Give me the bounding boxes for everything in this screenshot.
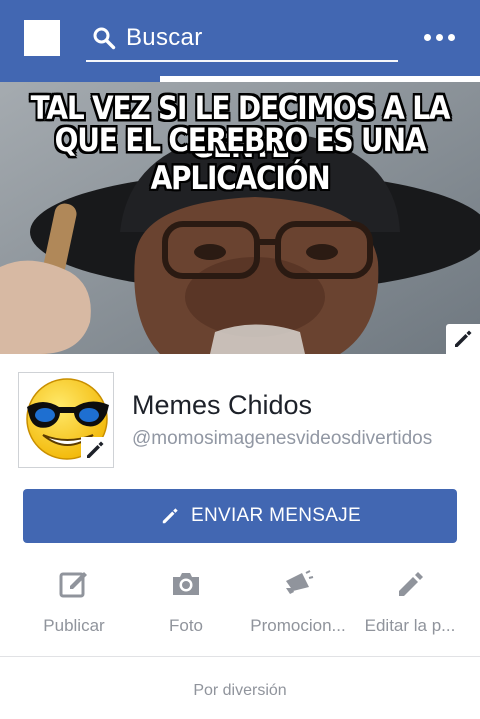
- page-username: @momosimagenesvideosdivertidos: [132, 428, 433, 449]
- pencil-icon: [87, 441, 104, 458]
- pencil-icon: [455, 330, 472, 347]
- action-publish-label: Publicar: [43, 616, 105, 635]
- page-category: Por diversión: [193, 682, 287, 699]
- camera-icon: [173, 573, 199, 595]
- top-app-bar: Buscar: [0, 0, 480, 76]
- pencil-icon: [399, 572, 423, 596]
- profile-picture[interactable]: [18, 372, 114, 468]
- home-square-icon[interactable]: [24, 20, 60, 56]
- megaphone-icon: [286, 570, 314, 594]
- edit-profile-picture-button[interactable]: [81, 437, 109, 463]
- cover-photo[interactable]: TAL VEZ SI LE DECIMOS A LA GENTE QUE EL …: [0, 82, 480, 354]
- search-icon: [93, 27, 116, 50]
- action-photo[interactable]: Foto: [126, 564, 246, 644]
- section-divider: [0, 656, 480, 657]
- more-dots-icon[interactable]: [424, 34, 456, 42]
- action-edit-page-label: Editar la p...: [364, 616, 456, 635]
- action-publish[interactable]: Publicar: [14, 564, 134, 644]
- send-message-label: ENVIAR MENSAJE: [191, 505, 361, 526]
- action-edit-page[interactable]: Editar la p...: [350, 564, 470, 644]
- cover-caption-line-2: QUE EL CEREBRO ES UNA APLICACIÓN: [54, 121, 427, 197]
- action-photo-label: Foto: [168, 616, 204, 635]
- page-title: Memes Chidos: [132, 390, 313, 420]
- search-bar[interactable]: Buscar: [86, 14, 398, 62]
- action-promote[interactable]: Promocion...: [238, 564, 358, 644]
- search-underline: [86, 60, 398, 62]
- edit-cover-button[interactable]: [446, 324, 480, 354]
- search-placeholder[interactable]: Buscar: [126, 24, 203, 52]
- pencil-icon: [162, 508, 178, 524]
- compose-icon: [59, 572, 87, 598]
- send-message-button[interactable]: ENVIAR MENSAJE: [23, 489, 457, 543]
- action-promote-label: Promocion...: [250, 616, 346, 635]
